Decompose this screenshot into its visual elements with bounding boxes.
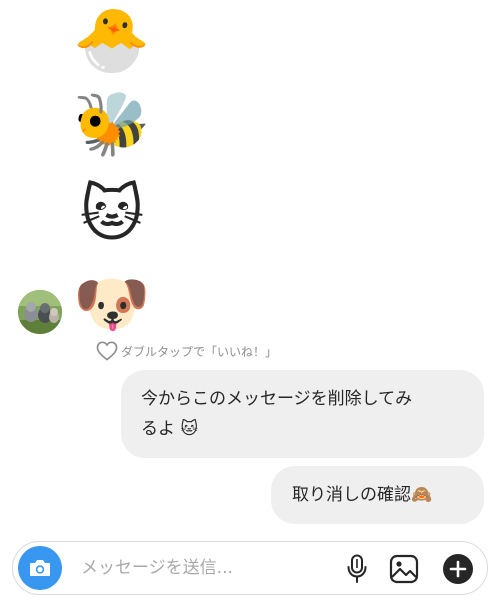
- avatar-photo: [18, 290, 62, 334]
- bubble-text-line-1: 今からこのメッセージを削除してみ: [141, 389, 413, 409]
- message-emoji-bee[interactable]: 🐝: [72, 84, 152, 164]
- message-composer: メッセージを送信...: [12, 541, 488, 595]
- image-icon: [389, 554, 419, 584]
- message-emoji-dog[interactable]: 🐶: [72, 264, 152, 344]
- plus-circle-icon: [443, 554, 473, 584]
- avatar[interactable]: [18, 290, 62, 334]
- bubble-text-line-2: るよ 🐱: [141, 419, 199, 439]
- camera-button[interactable]: [18, 546, 62, 590]
- chat-screen: 🐣 🐝 🐱 🐶 ダブルタップで「いいね！」 今からこのメッセージを削除してみ る…: [0, 0, 500, 608]
- bubble-text: 取り消しの確認: [292, 485, 411, 505]
- message-input[interactable]: メッセージを送信...: [81, 556, 233, 580]
- double-tap-hint-label: ダブルタップで「いいね！」: [121, 344, 278, 359]
- gallery-button[interactable]: [387, 552, 421, 586]
- microphone-icon: [347, 554, 367, 583]
- message-emoji-cat[interactable]: 🐱: [72, 174, 152, 254]
- microphone-button[interactable]: [340, 552, 374, 586]
- double-tap-hint: ダブルタップで「いいね！」: [96, 340, 277, 362]
- heart-outline-icon[interactable]: [96, 341, 118, 361]
- message-bubble-delete-notice[interactable]: 今からこのメッセージを削除してみ るよ 🐱: [121, 370, 484, 458]
- camera-icon: [30, 560, 50, 576]
- add-button[interactable]: [441, 552, 475, 586]
- message-emoji-chick[interactable]: 🐣: [72, 0, 152, 80]
- cat-face-emoji: 🐱: [180, 419, 199, 439]
- see-no-evil-monkey-emoji: 🙈: [411, 485, 433, 505]
- message-bubble-confirm[interactable]: 取り消しの確認🙈: [271, 466, 484, 524]
